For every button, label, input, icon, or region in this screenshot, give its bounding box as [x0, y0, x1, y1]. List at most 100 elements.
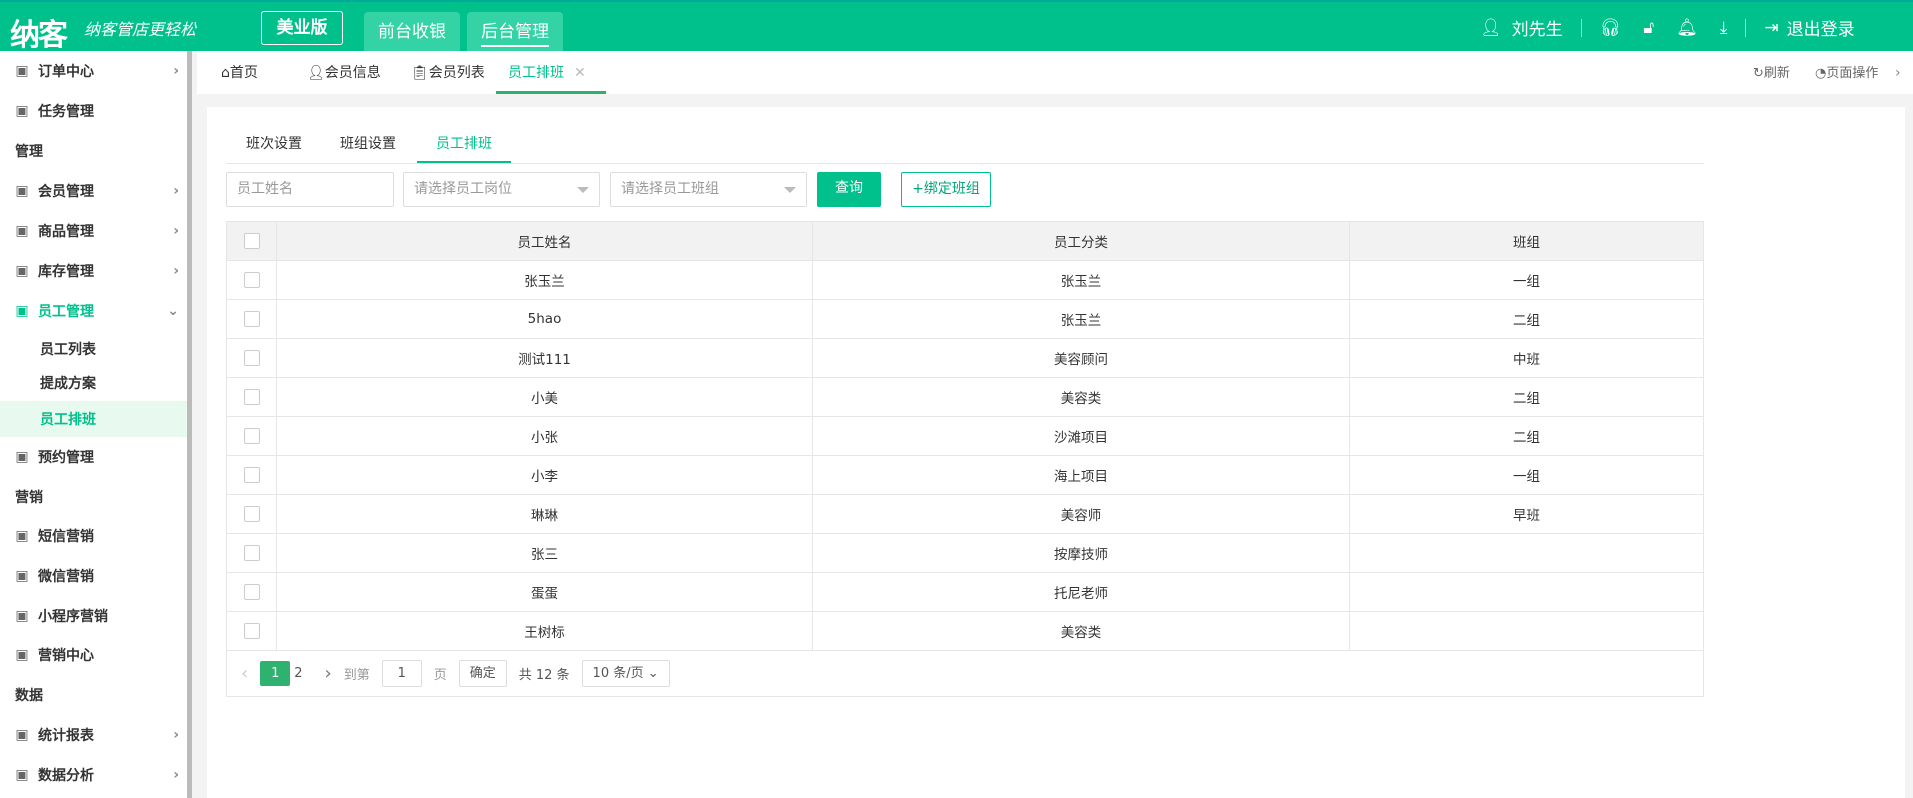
cell-group: 二组: [1349, 416, 1704, 456]
table-row[interactable]: 张三 按摩技师: [226, 533, 1704, 573]
tab-label: 会员列表: [428, 65, 485, 81]
cell-group: 早班: [1349, 494, 1704, 534]
sidebar-item-5[interactable]: ▣ 库存管理 ›: [0, 253, 187, 289]
page-tab-staff-schedule[interactable]: 员工排班 ✕: [496, 51, 606, 94]
position-select[interactable]: 请选择员工岗位: [403, 172, 600, 207]
sidebar-item-label: 员工排班: [40, 412, 96, 428]
cell-category: 张玉兰: [812, 299, 1350, 339]
cell-category: 按摩技师: [812, 533, 1350, 573]
sidebar-item-label: 库存管理: [38, 264, 94, 280]
bell-icon[interactable]: 🔔︎: [1676, 18, 1698, 38]
sidebar: ▣ 订单中心 › ▣ 任务管理 管理 ▣ 会员管理 › ▣ 商品管理 › ▣ 库存管理 › ▣ 员工管理 ⌄ 员工列…: [0, 51, 192, 798]
sidebar-item-9[interactable]: 员工排班: [0, 401, 187, 437]
page-ops-button[interactable]: ◔页面操作: [1815, 51, 1878, 94]
sidebar-item-18[interactable]: ▣ 数据分析 ›: [0, 757, 187, 793]
page-1[interactable]: 1: [260, 660, 291, 686]
select-all-checkbox[interactable]: [243, 233, 260, 249]
table-row[interactable]: 5hao 张玉兰 二组: [226, 299, 1704, 339]
chevron-right-icon: ›: [173, 263, 179, 279]
tab-label: 前台收银: [378, 22, 446, 42]
chevron-right-icon: ›: [173, 767, 179, 783]
sidebar-item-12[interactable]: ▣ 短信营销: [0, 518, 187, 554]
table-row[interactable]: 测试111 美容顾问 中班: [226, 338, 1704, 378]
row-checkbox[interactable]: [243, 506, 260, 522]
cell-name: 小美: [276, 377, 813, 417]
sidebar-item-4[interactable]: ▣ 商品管理 ›: [0, 213, 187, 249]
edition-badge[interactable]: 美业版: [261, 11, 343, 45]
col-group: 班组: [1349, 221, 1704, 261]
sidebar-item-label: 员工列表: [40, 342, 96, 358]
table-row[interactable]: 琳琳 美容师 早班: [226, 494, 1704, 534]
row-checkbox[interactable]: [243, 545, 260, 561]
prev-page-icon[interactable]: ‹: [241, 663, 248, 684]
table-row[interactable]: 蛋蛋 托尼老师: [226, 572, 1704, 612]
row-checkbox[interactable]: [243, 311, 260, 327]
table-row[interactable]: 小李 海上项目 一组: [226, 455, 1704, 495]
wechat-icon: ▣: [15, 568, 29, 584]
sidebar-item-label: 小程序营销: [38, 609, 108, 625]
select-placeholder: 请选择员工班组: [621, 181, 719, 197]
bind-group-button[interactable]: +绑定班组: [901, 172, 991, 207]
select-cell: [226, 260, 277, 300]
sidebar-item-8[interactable]: 提成方案: [0, 365, 187, 401]
subtab-group-settings[interactable]: 班组设置: [340, 125, 396, 163]
logout-button[interactable]: 退出登录: [1787, 15, 1855, 40]
staff-name-input[interactable]: 员工姓名: [226, 172, 394, 207]
row-checkbox[interactable]: [243, 467, 260, 483]
tab-front-cashier[interactable]: 前台收银: [364, 12, 460, 53]
cell-group: [1349, 572, 1704, 612]
cell-category: 美容类: [812, 611, 1350, 651]
table-row[interactable]: 张玉兰 张玉兰 一组: [226, 260, 1704, 300]
row-checkbox[interactable]: [243, 584, 260, 600]
page-2[interactable]: 2: [294, 666, 302, 681]
cell-category: 美容类: [812, 377, 1350, 417]
monitor-icon: ▣: [15, 767, 29, 783]
sidebar-item-label: 数据分析: [38, 768, 94, 784]
confirm-button[interactable]: 确定: [458, 659, 507, 687]
page-tab-member-info[interactable]: 👤︎会员信息: [307, 51, 381, 94]
sidebar-item-17[interactable]: ▣ 统计报表 ›: [0, 717, 187, 753]
chevron-right-icon: ›: [173, 223, 179, 239]
chevron-right-icon[interactable]: ›: [1895, 51, 1901, 94]
query-button[interactable]: 查询: [817, 172, 881, 207]
page-jump-input[interactable]: 1: [381, 659, 422, 687]
row-checkbox[interactable]: [243, 428, 260, 444]
table-row[interactable]: 小美 美容类 二组: [226, 377, 1704, 417]
sidebar-item-1[interactable]: ▣ 任务管理: [0, 93, 187, 129]
sidebar-item-label: 任务管理: [38, 104, 94, 120]
subtab-staff-schedule[interactable]: 员工排班: [417, 125, 511, 163]
username[interactable]: 刘先生: [1512, 15, 1563, 40]
sidebar-item-13[interactable]: ▣ 微信营销: [0, 558, 187, 594]
user-icon: ▣: [15, 303, 29, 319]
row-checkbox[interactable]: [243, 389, 260, 405]
sidebar-item-7[interactable]: 员工列表: [0, 331, 187, 367]
header-right: 👤︎ 刘先生 🎧︎ 🔓︎ 🔔︎ ⤓ ⇥ 退出登录: [1480, 2, 1855, 53]
cell-name: 蛋蛋: [276, 572, 813, 612]
close-icon[interactable]: ✕: [574, 65, 586, 81]
sidebar-item-0[interactable]: ▣ 订单中心 ›: [0, 53, 187, 89]
table-row[interactable]: 王树标 美容类: [226, 611, 1704, 651]
sidebar-item-10[interactable]: ▣ 预约管理: [0, 439, 187, 475]
sidebar-item-6[interactable]: ▣ 员工管理 ⌄: [0, 293, 187, 329]
group-select[interactable]: 请选择员工班组: [610, 172, 807, 207]
download-icon[interactable]: ⤓: [1720, 18, 1728, 38]
chevron-right-icon: ›: [173, 183, 179, 199]
page-tab-home[interactable]: ⌂首页: [221, 51, 258, 94]
refresh-button[interactable]: ↻刷新: [1753, 51, 1790, 94]
headset-icon[interactable]: 🎧︎: [1600, 18, 1622, 38]
page-size-select[interactable]: 10 条/页 ⌄: [581, 659, 670, 687]
next-page-icon[interactable]: ›: [324, 663, 331, 684]
page-tab-member-list[interactable]: 📋︎会员列表: [411, 51, 485, 94]
subtab-shift-settings[interactable]: 班次设置: [246, 125, 302, 163]
row-checkbox[interactable]: [243, 623, 260, 639]
sidebar-item-14[interactable]: ▣ 小程序营销: [0, 598, 187, 634]
row-checkbox[interactable]: [243, 350, 260, 366]
sidebar-item-label: 营销: [15, 490, 43, 506]
table-row[interactable]: 小张 沙滩项目 二组: [226, 416, 1704, 456]
lock-icon[interactable]: 🔓︎: [1643, 18, 1654, 38]
sidebar-item-15[interactable]: ▣ 营销中心: [0, 637, 187, 673]
row-checkbox[interactable]: [243, 272, 260, 288]
cell-group: [1349, 533, 1704, 573]
sidebar-item-3[interactable]: ▣ 会员管理 ›: [0, 173, 187, 209]
tab-back-office[interactable]: 后台管理: [467, 12, 563, 53]
